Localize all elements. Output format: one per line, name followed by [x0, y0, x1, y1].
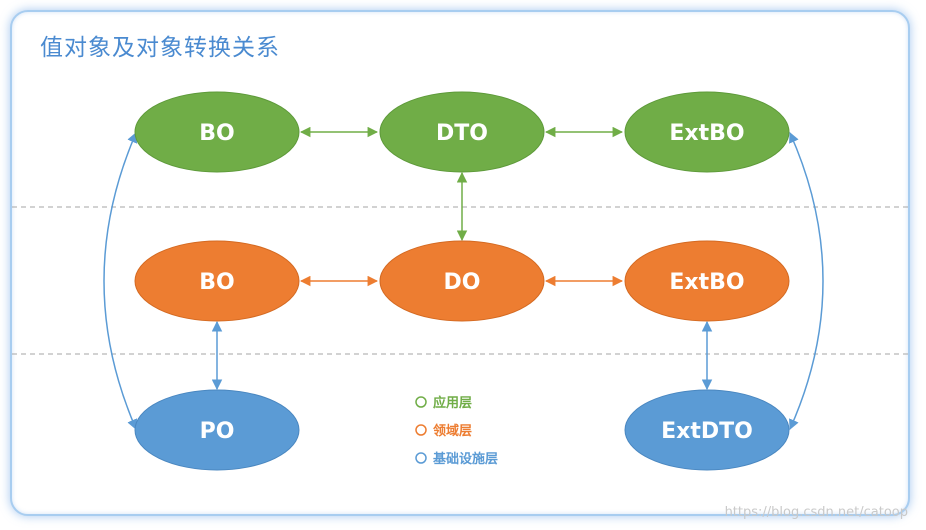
legend-item-infrastructure: 基础设施层 [415, 451, 498, 467]
node-infra-po-label: PO [200, 419, 235, 444]
relationship-diagram: BO DTO ExtBO BO DO ExtBO PO ExtDTO 应用层 领… [12, 91, 910, 520]
node-app-dto: DTO [379, 91, 545, 173]
legend-item-application: 应用层 [415, 395, 472, 411]
connector-app-bo-po [103, 132, 138, 430]
node-infra-extdto: ExtDTO [624, 389, 790, 471]
node-app-dto-label: DTO [436, 121, 488, 146]
node-app-extbo: ExtBO [624, 91, 790, 173]
node-dom-extbo-label: ExtBO [669, 270, 744, 295]
node-dom-extbo: ExtBO [624, 240, 790, 322]
legend-domain-label: 领域层 [433, 423, 472, 439]
node-infra-extdto-label: ExtDTO [661, 419, 753, 444]
node-dom-bo-label: BO [199, 270, 234, 295]
node-dom-do: DO [379, 240, 545, 322]
watermark-text: https://blog.csdn.net/catoop [725, 505, 908, 520]
node-app-bo: BO [134, 91, 300, 173]
connector-app-extbo-extdto [789, 132, 824, 430]
legend: 应用层 领域层 基础设施层 [415, 395, 498, 467]
node-app-bo-label: BO [199, 121, 234, 146]
node-app-extbo-label: ExtBO [669, 121, 744, 146]
node-dom-do-label: DO [444, 270, 481, 295]
node-infra-po: PO [134, 389, 300, 471]
legend-item-domain: 领域层 [415, 423, 472, 439]
legend-application-label: 应用层 [433, 395, 472, 411]
node-dom-bo: BO [134, 240, 300, 322]
legend-infrastructure-label: 基础设施层 [432, 451, 498, 467]
